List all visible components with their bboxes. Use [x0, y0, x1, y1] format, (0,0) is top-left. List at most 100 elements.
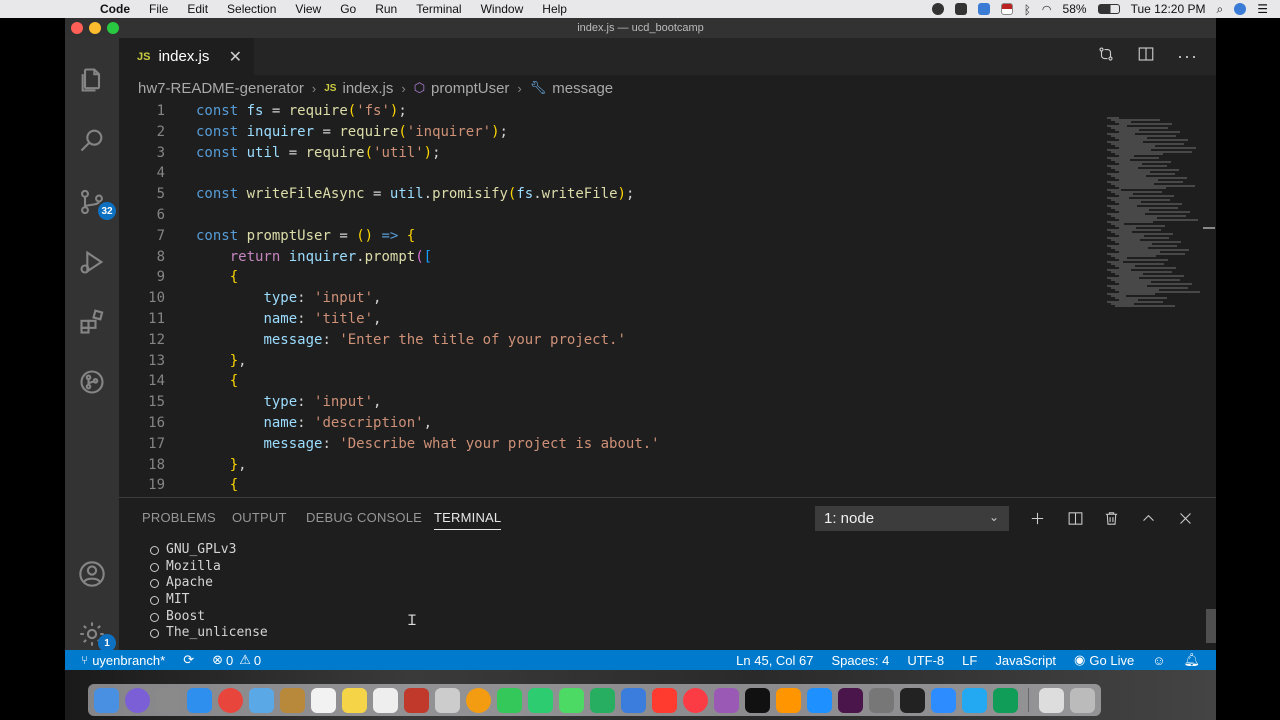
- music-icon[interactable]: [683, 687, 708, 713]
- bluetooth-icon[interactable]: ᛒ: [1024, 3, 1031, 17]
- clock[interactable]: Tue 12:20 PM: [1131, 2, 1206, 16]
- siri-icon[interactable]: [125, 687, 150, 713]
- branch-status[interactable]: ⑂ uyenbranch*: [81, 653, 165, 668]
- news-icon[interactable]: [652, 687, 677, 713]
- source-control-icon[interactable]: 32: [76, 186, 116, 220]
- problems-status[interactable]: ⊗ 0 ⚠ 0: [212, 652, 261, 668]
- menu-selection[interactable]: Selection: [227, 2, 276, 16]
- search-icon[interactable]: [76, 124, 108, 156]
- terminal-select[interactable]: 1: node ⌄: [815, 506, 1009, 531]
- more-actions-icon[interactable]: ···: [1177, 46, 1198, 67]
- code-line[interactable]: 9 {: [119, 267, 1109, 288]
- code-line[interactable]: 2 const inquirer = require('inquirer');: [119, 122, 1109, 143]
- menu-view[interactable]: View: [295, 2, 321, 16]
- webex-icon[interactable]: [993, 687, 1018, 713]
- editor-scrollbar[interactable]: [1201, 101, 1215, 497]
- photos-icon[interactable]: [466, 687, 491, 713]
- sync-icon[interactable]: ⟳: [183, 652, 194, 668]
- split-editor-icon[interactable]: [1137, 45, 1155, 68]
- minimize-window-button[interactable]: [89, 22, 101, 34]
- breadcrumb-file[interactable]: index.js: [342, 80, 393, 97]
- trash-icon[interactable]: [1101, 508, 1121, 528]
- language-mode[interactable]: JavaScript: [995, 653, 1056, 668]
- tab-terminal[interactable]: TERMINAL: [434, 510, 502, 530]
- code-line[interactable]: 3 const util = require('util');: [119, 143, 1109, 164]
- maximize-panel-icon[interactable]: [1138, 508, 1158, 528]
- code-editor[interactable]: 1 const fs = require('fs'); 2 const inquir…: [119, 101, 1109, 497]
- archive-icon[interactable]: [280, 687, 305, 713]
- battery-icon[interactable]: [1097, 4, 1120, 14]
- zoom-window-button[interactable]: [107, 22, 119, 34]
- feedback-icon[interactable]: ☺: [1152, 653, 1165, 668]
- tab-problems[interactable]: PROBLEMS: [142, 510, 216, 525]
- messages-icon[interactable]: [497, 687, 522, 713]
- spotlight-icon[interactable]: ⌕: [1217, 2, 1224, 17]
- battery-percent[interactable]: 58%: [1063, 2, 1087, 16]
- screen-icon[interactable]: [954, 3, 967, 15]
- gear-icon[interactable]: 1: [76, 618, 116, 652]
- close-window-button[interactable]: [71, 22, 83, 34]
- tab-output[interactable]: OUTPUT: [232, 510, 287, 525]
- breadcrumb-property[interactable]: message: [552, 80, 613, 97]
- menu-help[interactable]: Help: [542, 2, 567, 16]
- podcasts-icon[interactable]: [714, 687, 739, 713]
- menu-window[interactable]: Window: [481, 2, 524, 16]
- vscode-icon[interactable]: [962, 687, 987, 713]
- preview-icon[interactable]: [249, 687, 274, 713]
- run-debug-icon[interactable]: [76, 246, 108, 278]
- code-line[interactable]: 17 message: 'Describe what your project …: [119, 434, 1109, 455]
- code-line[interactable]: 11 name: 'title',: [119, 309, 1109, 330]
- launchpad-icon[interactable]: [156, 687, 181, 713]
- record-icon[interactable]: [931, 3, 944, 15]
- code-line[interactable]: 12 message: 'Enter the title of your pro…: [119, 330, 1109, 351]
- code-line[interactable]: 7 const promptUser = () => {: [119, 226, 1109, 247]
- code-line[interactable]: 6: [119, 205, 1109, 226]
- extensions-icon[interactable]: [76, 306, 108, 338]
- git-graph-icon[interactable]: [76, 366, 108, 398]
- slack-icon[interactable]: [838, 687, 863, 713]
- split-terminal-icon[interactable]: [1065, 508, 1085, 528]
- close-icon[interactable]: ✕: [229, 47, 242, 67]
- tab-debug-console[interactable]: DEBUG CONSOLE: [306, 510, 422, 525]
- menu-terminal[interactable]: Terminal: [416, 2, 461, 16]
- menu-app-name[interactable]: Code: [100, 2, 130, 16]
- photo-booth-icon[interactable]: [404, 687, 429, 713]
- webex-tray-icon[interactable]: [977, 3, 990, 15]
- tv-icon[interactable]: [745, 687, 770, 713]
- control-center-icon[interactable]: ☰: [1257, 2, 1268, 16]
- maps-icon[interactable]: [559, 687, 584, 713]
- compare-changes-icon[interactable]: [1097, 45, 1115, 68]
- code-line[interactable]: 14 {: [119, 371, 1109, 392]
- indentation[interactable]: Spaces: 4: [832, 653, 890, 668]
- bell-icon[interactable]: 🔔︎: [1183, 652, 1200, 668]
- end-of-line[interactable]: LF: [962, 653, 977, 668]
- safari-icon[interactable]: [187, 687, 212, 713]
- wifi-icon[interactable]: ◠: [1042, 3, 1052, 16]
- code-line[interactable]: 19 {: [119, 475, 1109, 496]
- terminal-output[interactable]: GNU_GPLv3 Mozilla Apache MIT Boost The_u…: [150, 542, 268, 642]
- menu-file[interactable]: File: [149, 2, 168, 16]
- code-line[interactable]: 10 type: 'input',: [119, 288, 1109, 309]
- code-line[interactable]: 15 type: 'input',: [119, 392, 1109, 413]
- app-store-icon[interactable]: [807, 687, 832, 713]
- encoding[interactable]: UTF-8: [907, 653, 944, 668]
- new-terminal-icon[interactable]: [1027, 508, 1047, 528]
- zoom-icon[interactable]: [931, 687, 956, 713]
- input-source-icon[interactable]: [1000, 3, 1013, 15]
- keynote-icon[interactable]: [621, 687, 646, 713]
- close-panel-icon[interactable]: [1175, 508, 1195, 528]
- terminal-icon[interactable]: [900, 687, 925, 713]
- numbers-icon[interactable]: [590, 687, 615, 713]
- go-live-button[interactable]: ◉ Go Live: [1074, 652, 1134, 668]
- code-line[interactable]: 16 name: 'description',: [119, 413, 1109, 434]
- code-line[interactable]: 4: [119, 163, 1109, 184]
- code-line[interactable]: 5 const writeFileAsync = util.promisify(f…: [119, 184, 1109, 205]
- menu-go[interactable]: Go: [340, 2, 356, 16]
- calendar-icon[interactable]: [311, 687, 336, 713]
- code-line[interactable]: 18 },: [119, 455, 1109, 476]
- code-line[interactable]: 8 return inquirer.prompt([: [119, 247, 1109, 268]
- cursor-position[interactable]: Ln 45, Col 67: [736, 653, 813, 668]
- tab-index-js[interactable]: JS index.js ✕: [119, 38, 254, 75]
- code-line[interactable]: 1 const fs = require('fs');: [119, 101, 1109, 122]
- files-icon[interactable]: [76, 64, 108, 96]
